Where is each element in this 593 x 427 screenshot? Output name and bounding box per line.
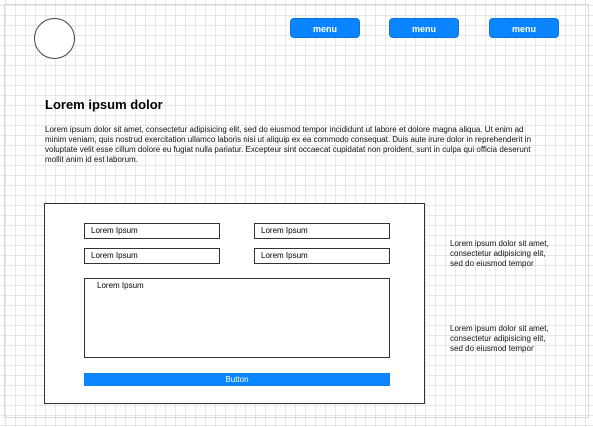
page-heading: Lorem ipsum dolor xyxy=(45,97,163,112)
intro-paragraph: Lorem ipsum dolor sit amet, consectetur … xyxy=(45,125,532,164)
text-field-3[interactable]: Lorem Ipsum xyxy=(84,248,220,264)
menu-button-1[interactable]: menu xyxy=(290,18,360,38)
text-field-4[interactable]: Lorem Ipsum xyxy=(254,248,390,264)
message-textarea[interactable]: Lorem Ipsum xyxy=(84,278,390,358)
logo-placeholder xyxy=(34,18,75,59)
text-field-2[interactable]: Lorem Ipsum xyxy=(254,223,390,239)
text-field-1[interactable]: Lorem Ipsum xyxy=(84,223,220,239)
side-note-2: Lorem ipsum dolor sit amet, consectetur … xyxy=(450,324,549,353)
menu-button-3[interactable]: menu xyxy=(489,18,559,38)
submit-button[interactable]: Button xyxy=(84,373,390,386)
menu-button-2[interactable]: menu xyxy=(389,18,459,38)
side-note-1: Lorem ipsum dolor sit amet, consectetur … xyxy=(450,239,549,268)
